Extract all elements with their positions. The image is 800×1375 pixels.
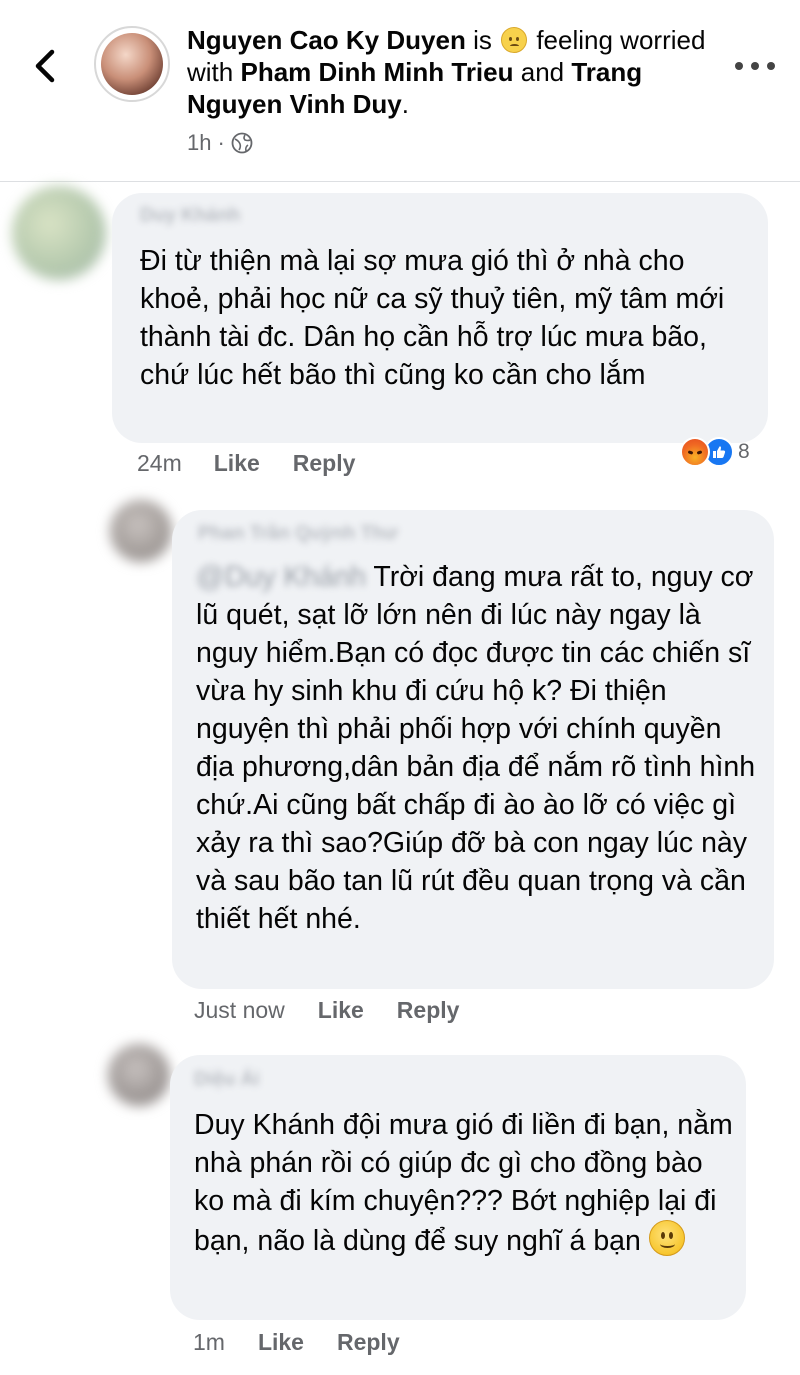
chevron-left-icon — [35, 49, 55, 83]
meta-dot: · — [217, 130, 225, 155]
worried-face-icon — [501, 27, 528, 53]
and-word: and — [520, 57, 565, 87]
mention-tag[interactable]: @Duy Khánh — [196, 561, 366, 593]
author-avatar[interactable] — [94, 26, 170, 102]
angry-reaction-icon — [680, 437, 710, 467]
commenter-name[interactable]: Diệu Ái — [194, 1069, 259, 1091]
commenter-avatar[interactable] — [108, 1044, 170, 1106]
post-time[interactable]: 1h — [187, 130, 211, 156]
commenter-name[interactable]: Phan Trần Quỳnh Thư — [198, 523, 398, 545]
author-avatar-image — [101, 33, 163, 95]
comment-actions: Just now Like Reply — [194, 997, 459, 1024]
comment-text: Đi từ thiện mà lại sợ mưa gió thì ở nhà … — [140, 245, 725, 391]
smiling-face-icon — [648, 1220, 685, 1256]
more-dot-icon — [735, 62, 743, 70]
back-button[interactable] — [30, 44, 62, 88]
more-dot-icon — [767, 62, 775, 70]
commenter-avatar[interactable] — [110, 500, 172, 562]
commenter-avatar[interactable] — [12, 186, 106, 280]
reaction-count: 8 — [738, 440, 750, 463]
end-punct: . — [401, 89, 410, 119]
tagged-person-1[interactable]: Pham Dinh Minh Trieu — [240, 57, 513, 87]
comment-time[interactable]: Just now — [194, 997, 285, 1024]
reply-button[interactable]: Reply — [293, 450, 356, 477]
is-word: is — [473, 25, 492, 55]
author-name[interactable]: Nguyen Cao Ky Duyen — [187, 25, 466, 55]
post-meta: 1h · — [187, 130, 253, 156]
like-button[interactable]: Like — [258, 1329, 304, 1356]
reply-button[interactable]: Reply — [397, 997, 460, 1024]
commenter-name[interactable]: Duy Khánh — [140, 205, 240, 227]
comment-body: Trời đang mưa rất to, nguy cơ lũ quét, s… — [196, 561, 756, 935]
more-options-button[interactable] — [735, 58, 775, 74]
comment-actions: 1m Like Reply — [193, 1329, 400, 1356]
comment-actions: 24m Like Reply — [137, 450, 355, 477]
comment-time[interactable]: 1m — [193, 1329, 225, 1356]
post-feeling-text: Nguyen Cao Ky Duyen is feeling worried w… — [187, 24, 727, 120]
post-header: Nguyen Cao Ky Duyen is feeling worried w… — [0, 0, 800, 182]
comment-text: Duy Khánh đội mưa gió đi liền đi bạn, nằ… — [194, 1106, 739, 1260]
like-button[interactable]: Like — [214, 450, 260, 477]
globe-icon — [231, 132, 253, 154]
reaction-summary[interactable]: 8 — [680, 434, 750, 470]
comment-text: @Duy Khánh Trời đang mưa rất to, nguy cơ… — [196, 558, 766, 938]
comment-time[interactable]: 24m — [137, 450, 182, 477]
more-dot-icon — [751, 62, 759, 70]
like-button[interactable]: Like — [318, 997, 364, 1024]
feeling-pre: feeling — [536, 25, 613, 55]
reply-button[interactable]: Reply — [337, 1329, 400, 1356]
